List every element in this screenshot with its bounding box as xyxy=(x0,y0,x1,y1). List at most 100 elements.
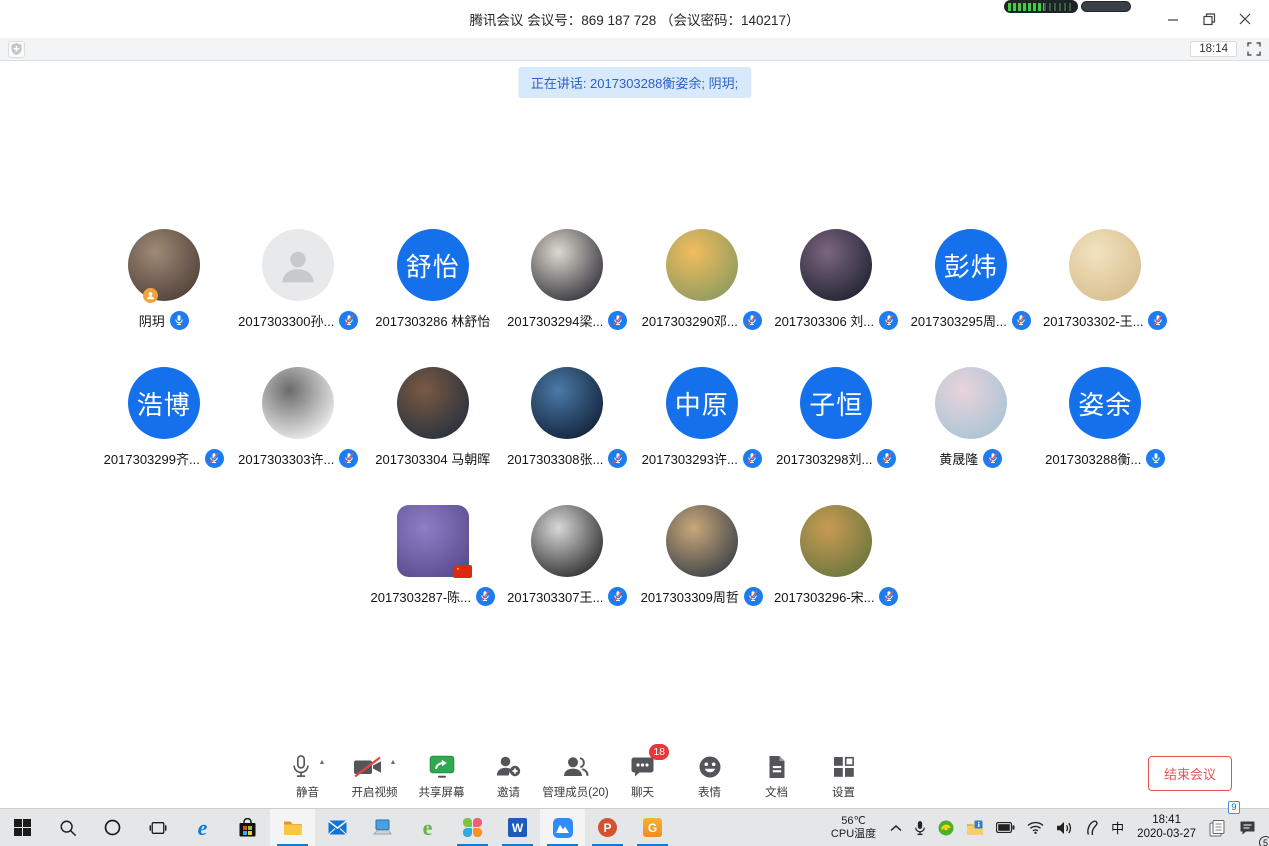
mic-muted-icon xyxy=(743,449,762,468)
taskbar-explorer-icon[interactable] xyxy=(270,809,315,846)
taskbar-browser360-icon[interactable]: e xyxy=(405,809,450,846)
restore-button[interactable] xyxy=(1191,0,1227,38)
participant-tile[interactable]: 彭炜2017303295周... xyxy=(904,229,1039,330)
person-silhouette-icon xyxy=(276,243,320,287)
emoji-label: 表情 xyxy=(698,784,721,800)
share-label: 共享屏幕 xyxy=(419,784,465,800)
tray-notes-icon[interactable]: 9 xyxy=(1203,809,1233,846)
share-icon xyxy=(429,753,455,780)
participant-tile[interactable]: 浩博2017303299齐... xyxy=(97,367,232,468)
tray-windows-ink-icon[interactable] xyxy=(1079,809,1105,846)
avatar xyxy=(128,229,200,301)
docs-icon xyxy=(767,753,787,780)
participant-name: 2017303296-宋... xyxy=(774,587,874,606)
participant-tile[interactable]: 2017303304 马朝晖 xyxy=(366,367,501,468)
participant-name: 2017303290邓... xyxy=(642,311,738,330)
end-meeting-button[interactable]: 结束会议 xyxy=(1148,756,1232,791)
minimize-button[interactable] xyxy=(1155,0,1191,38)
ime-indicator[interactable]: 中 xyxy=(1105,809,1130,846)
toolbar-invite-button[interactable]: 邀请 xyxy=(475,753,542,800)
tray-wifi-icon[interactable] xyxy=(1021,809,1050,846)
taskbar-meeting-icon[interactable] xyxy=(540,809,585,846)
taskbar-ppt-icon[interactable]: P xyxy=(585,809,630,846)
close-icon[interactable] xyxy=(1227,0,1263,38)
taskbar-cortana-icon[interactable] xyxy=(90,809,135,846)
participant-tile[interactable]: 姿余2017303288衡... xyxy=(1038,367,1173,468)
toolbar-mute-button[interactable]: ▲静音 xyxy=(274,753,341,800)
participant-name-row: 2017303300孙... xyxy=(238,310,358,330)
mute-icon: ▲ xyxy=(290,753,326,780)
participant-tile[interactable]: 黄晟隆 xyxy=(904,367,1039,468)
participant-name: 2017303288衡... xyxy=(1045,449,1141,468)
participant-name: 2017303294梁... xyxy=(507,311,603,330)
members-label: 管理成员(20) xyxy=(542,784,608,800)
participant-tile[interactable]: 2017303303许... xyxy=(231,367,366,468)
participant-tile[interactable]: 2017303309周哲 xyxy=(635,505,770,606)
mic-muted-icon xyxy=(744,587,763,606)
toolbar-settings-button[interactable]: 设置 xyxy=(810,753,877,800)
participant-grid: 阴玥 2017303300孙... 舒怡2017303286 林舒怡 20173032… xyxy=(0,229,1269,643)
participant-tile[interactable]: 2017303287-陈... xyxy=(366,505,501,606)
participant-tile[interactable]: 2017303306 刘... xyxy=(769,229,904,330)
mic-muted-icon xyxy=(879,587,898,606)
toolbar-video-button[interactable]: ▲开启视频 xyxy=(341,753,408,800)
fullscreen-icon[interactable] xyxy=(1247,42,1261,56)
taskbar-pdf-icon[interactable]: G xyxy=(630,809,675,846)
participant-tile[interactable]: 子恒2017303298刘... xyxy=(769,367,904,468)
tray-360-safety-icon[interactable] xyxy=(932,809,960,846)
invite-label: 邀请 xyxy=(497,784,520,800)
participant-tile[interactable]: 中原2017303293许... xyxy=(635,367,770,468)
toolbar-share-button[interactable]: 共享屏幕 xyxy=(408,753,475,800)
participant-name: 2017303293许... xyxy=(642,449,738,468)
participant-avatar xyxy=(531,229,603,301)
taskbar-word-icon[interactable]: W xyxy=(495,809,540,846)
participant-tile[interactable]: 2017303290邓... xyxy=(635,229,770,330)
shield-icon[interactable] xyxy=(8,41,25,58)
cpu-temp-label: CPU温度 xyxy=(831,828,876,841)
toolbar-members-button[interactable]: 管理成员(20) xyxy=(542,753,609,800)
taskbar-search-icon[interactable] xyxy=(45,809,90,846)
tray-power-icon[interactable] xyxy=(990,809,1021,846)
participant-tile[interactable]: 2017303308张... xyxy=(500,367,635,468)
participant-avatar xyxy=(262,229,334,301)
tray-microphone-icon[interactable] xyxy=(908,809,932,846)
title-bar: 腾讯会议 会议号：869 187 728 （会议密码：140217） xyxy=(0,0,1269,38)
taskbar-store-icon[interactable] xyxy=(225,809,270,846)
participant-tile[interactable]: 2017303307王... xyxy=(500,505,635,606)
taskbar-start-icon[interactable] xyxy=(0,809,45,846)
settings-label: 设置 xyxy=(832,784,855,800)
tray-volume-icon[interactable] xyxy=(1050,809,1079,846)
toolbar-chat-button[interactable]: 18聊天 xyxy=(609,753,676,800)
participant-name: 2017303303许... xyxy=(238,449,334,468)
avatar xyxy=(1069,229,1141,301)
mic-muted-icon xyxy=(983,449,1002,468)
taskbar-fourleaf-icon[interactable] xyxy=(450,809,495,846)
volume-meter-handle[interactable] xyxy=(1081,1,1131,12)
action-center-icon[interactable]: 5 xyxy=(1233,809,1263,846)
mic-muted-icon xyxy=(1012,311,1031,330)
cpu-temp-widget[interactable]: 56℃ CPU温度 xyxy=(823,815,884,840)
taskbar-taskview-icon[interactable] xyxy=(135,809,180,846)
participant-tile[interactable]: 阴玥 xyxy=(97,229,232,330)
participant-avatar xyxy=(397,505,469,577)
participant-tile[interactable]: 2017303296-宋... xyxy=(769,505,904,606)
video-options-caret-icon[interactable]: ▲ xyxy=(390,759,397,766)
toolbar-emoji-button[interactable]: 表情 xyxy=(676,753,743,800)
tray-folder-status-icon[interactable] xyxy=(960,809,990,846)
participant-avatar xyxy=(531,505,603,577)
hidden-icons-chevron-icon[interactable] xyxy=(884,809,908,846)
avatar xyxy=(666,229,738,301)
participant-tile[interactable]: 舒怡2017303286 林舒怡 xyxy=(366,229,501,330)
participant-tile[interactable]: 2017303300孙... xyxy=(231,229,366,330)
mute-options-caret-icon[interactable]: ▲ xyxy=(319,759,326,766)
taskbar-clock[interactable]: 18:41 2020-03-27 xyxy=(1130,814,1203,841)
taskbar-mail-icon[interactable] xyxy=(315,809,360,846)
mic-muted-icon xyxy=(476,587,495,606)
volume-meter-bar xyxy=(1004,0,1078,13)
participant-tile[interactable]: 2017303294梁... xyxy=(500,229,635,330)
toolbar-docs-button[interactable]: 文档 xyxy=(743,753,810,800)
taskbar-edge-icon[interactable]: e xyxy=(180,809,225,846)
taskbar-pc-icon[interactable] xyxy=(360,809,405,846)
participant-row: 浩博2017303299齐... 2017303303许... 2017303304… xyxy=(0,367,1269,468)
participant-tile[interactable]: 2017303302-王... xyxy=(1038,229,1173,330)
